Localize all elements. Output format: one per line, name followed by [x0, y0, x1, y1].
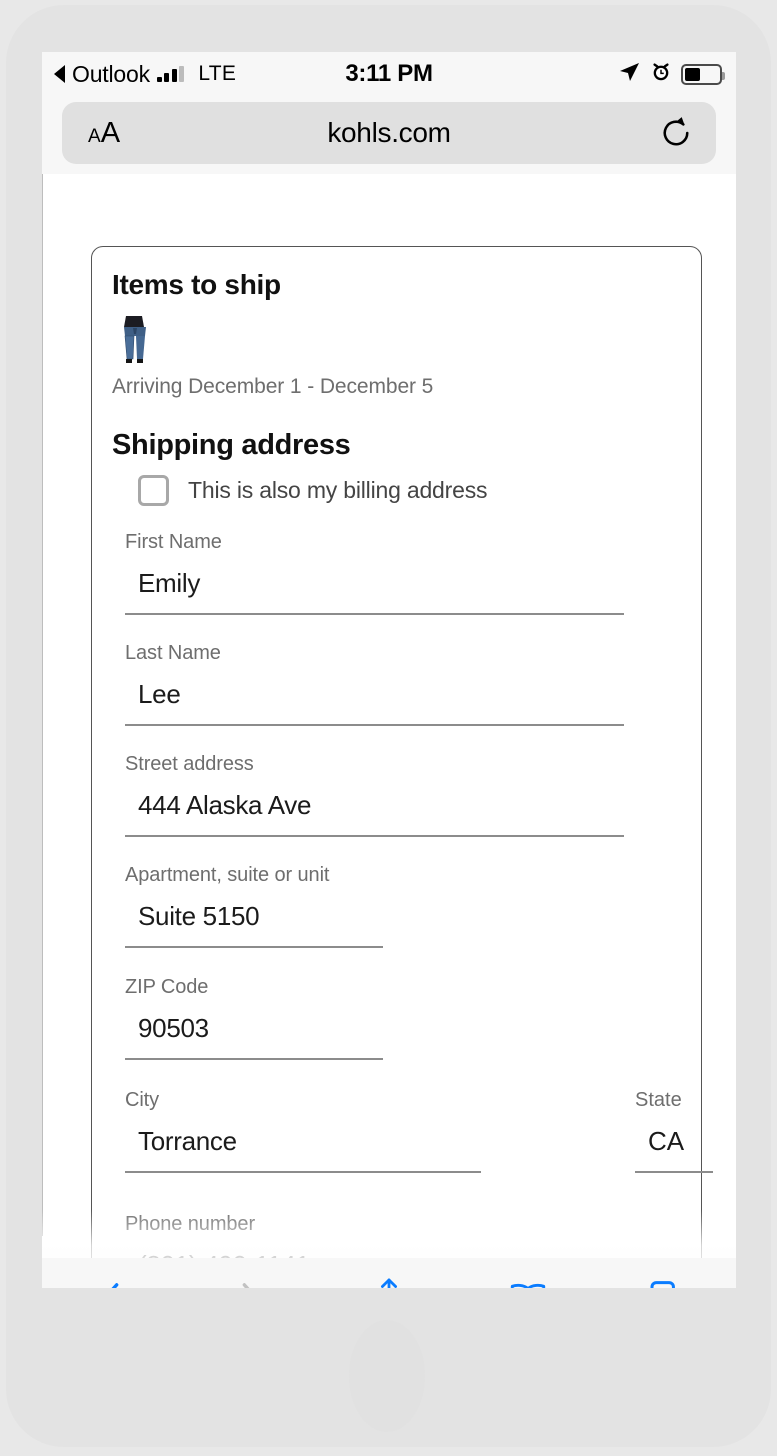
- items-to-ship-heading: Items to ship: [112, 269, 281, 300]
- street-address-value[interactable]: 444 Alaska Ave: [138, 790, 624, 821]
- bookmarks-icon[interactable]: [458, 1258, 597, 1288]
- state-label: State: [635, 1089, 682, 1111]
- apartment-value[interactable]: Suite 5150: [138, 901, 383, 932]
- zip-code-label: ZIP Code: [125, 976, 209, 998]
- checkout-card: Items to ship Arriving December 1 - Dece…: [91, 246, 713, 1286]
- address-bar-url[interactable]: kohls.com: [62, 117, 716, 149]
- home-button[interactable]: [349, 1320, 425, 1432]
- city-label: City: [125, 1089, 160, 1111]
- first-name-underline: [125, 613, 624, 615]
- street-address-underline: [125, 835, 624, 837]
- zip-code-value[interactable]: 90503: [138, 1013, 383, 1044]
- apartment-field[interactable]: Apartment, suite or unit Suite 5150: [125, 864, 383, 948]
- phone-screen: Outlook LTE 3:11 PM AA kohls.com Items t…: [42, 52, 736, 1288]
- share-icon[interactable]: [320, 1258, 459, 1288]
- billing-address-checkbox-label[interactable]: This is also my billing address: [188, 477, 488, 504]
- last-name-underline: [125, 724, 624, 726]
- blue-jeans-thumbnail[interactable]: [113, 312, 157, 369]
- address-bar[interactable]: AA kohls.com: [62, 102, 716, 164]
- browser-chrome: AA kohls.com: [42, 96, 736, 174]
- web-page: Items to ship Arriving December 1 - Dece…: [42, 174, 736, 1288]
- last-name-field[interactable]: Last Name Lee: [125, 642, 624, 726]
- status-bar: Outlook LTE 3:11 PM: [42, 52, 736, 96]
- tabs-icon[interactable]: [597, 1258, 736, 1288]
- shipping-address-heading: Shipping address: [112, 429, 351, 461]
- city-underline: [125, 1171, 481, 1173]
- city-field[interactable]: City Torrance: [125, 1089, 481, 1173]
- apartment-underline: [125, 946, 383, 948]
- state-field[interactable]: State CA: [635, 1089, 713, 1173]
- screenshot-root: Outlook LTE 3:11 PM AA kohls.com Items t…: [0, 0, 777, 1456]
- last-name-label: Last Name: [125, 642, 221, 664]
- billing-address-checkbox[interactable]: [138, 475, 169, 506]
- billing-address-checkbox-row[interactable]: This is also my billing address: [138, 475, 488, 506]
- browser-toolbar: [42, 1258, 736, 1288]
- phone-number-label: Phone number: [125, 1213, 256, 1235]
- location-arrow-icon: [617, 60, 641, 89]
- page-edge-line: [42, 174, 43, 1236]
- city-value[interactable]: Torrance: [138, 1126, 481, 1157]
- street-address-label: Street address: [125, 753, 254, 775]
- first-name-label: First Name: [125, 531, 222, 553]
- reload-icon[interactable]: [658, 115, 694, 151]
- battery-icon: [681, 63, 725, 85]
- forward-icon: [181, 1258, 320, 1288]
- text-size-icon[interactable]: AA: [88, 118, 120, 148]
- status-bar-right: [617, 60, 725, 89]
- first-name-value[interactable]: Emily: [138, 568, 624, 599]
- state-underline: [635, 1171, 713, 1173]
- alarm-clock-icon: [650, 61, 672, 88]
- apartment-label: Apartment, suite or unit: [125, 864, 330, 886]
- state-value[interactable]: CA: [648, 1126, 713, 1157]
- zip-code-underline: [125, 1058, 383, 1060]
- first-name-field[interactable]: First Name Emily: [125, 531, 624, 615]
- last-name-value[interactable]: Lee: [138, 679, 624, 710]
- street-address-field[interactable]: Street address 444 Alaska Ave: [125, 753, 624, 837]
- zip-code-field[interactable]: ZIP Code 90503: [125, 976, 383, 1060]
- arriving-date-text: Arriving December 1 - December 5: [112, 375, 434, 398]
- back-icon[interactable]: [42, 1258, 181, 1288]
